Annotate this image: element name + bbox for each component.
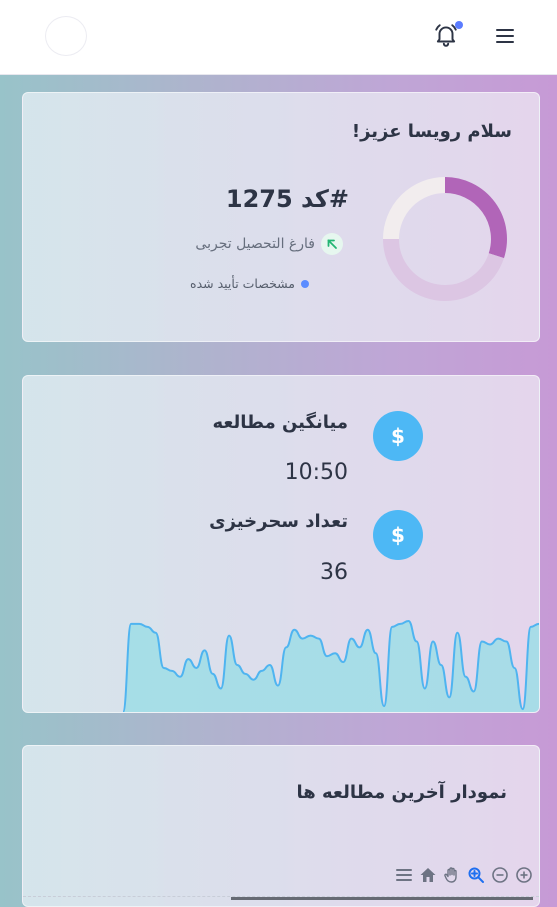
student-code: #کد 1275: [225, 185, 349, 213]
top-bar: [0, 0, 557, 75]
wake-count-title: تعداد سحرخیزی: [209, 511, 348, 532]
avatar[interactable]: [45, 16, 87, 56]
dollar-icon: $: [373, 510, 423, 560]
hamburger-menu-icon[interactable]: [494, 25, 516, 47]
zoom-out-icon[interactable]: [491, 866, 509, 884]
verified-line: مشخصات تأیید شده: [190, 276, 309, 291]
pan-hand-icon[interactable]: [443, 866, 461, 884]
arrow-up-left-icon: [321, 233, 343, 255]
progress-donut-chart: [383, 177, 507, 301]
donut-segment-1: [383, 238, 504, 301]
avg-study-title: میانگین مطالعه: [212, 412, 348, 433]
verified-text: مشخصات تأیید شده: [190, 276, 295, 291]
donut-segment-2: [383, 177, 446, 240]
home-icon[interactable]: [419, 866, 437, 884]
chart-title: نمودار آخرین مطالعه ها: [296, 782, 508, 803]
donut-segment-0: [444, 177, 507, 259]
avg-study-value: 10:50: [284, 460, 348, 485]
dollar-icon: $: [373, 411, 423, 461]
sparkline-chart: [122, 619, 539, 712]
study-chart-card: نمودار آخرین مطالعه ها: [22, 745, 540, 907]
profile-card: سلام رویسا عزیز! #کد 1275 فارغ التحصیل ت…: [22, 92, 540, 342]
chart-toolbar: [383, 864, 533, 886]
magnify-icon[interactable]: [467, 866, 485, 884]
status-line: فارغ التحصیل تجربی: [195, 233, 343, 255]
stats-card: $ میانگین مطالعه 10:50 $ تعداد سحرخیزی 3…: [22, 375, 540, 713]
wake-count-value: 36: [320, 560, 348, 585]
notification-dot: [455, 21, 463, 29]
menu-icon[interactable]: [395, 866, 413, 884]
zoom-in-icon[interactable]: [515, 866, 533, 884]
status-text: فارغ التحصیل تجربی: [195, 236, 315, 252]
verified-dot: [301, 279, 309, 288]
greeting-title: سلام رویسا عزیز!: [351, 121, 512, 142]
